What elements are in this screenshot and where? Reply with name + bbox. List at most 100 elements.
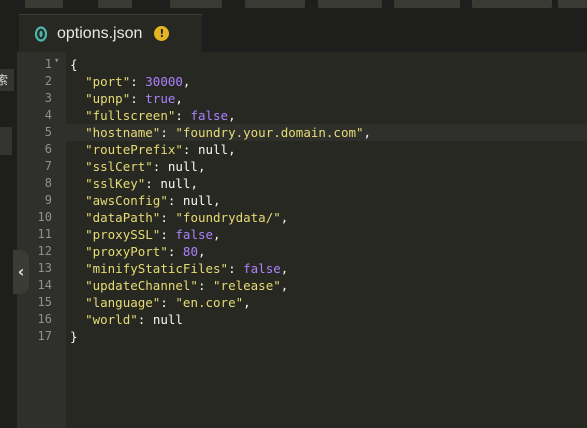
code-token-punc: , xyxy=(190,176,198,191)
code-token-str: "en.core" xyxy=(175,295,244,310)
code-token-punc: : xyxy=(145,176,161,191)
collapse-sidebar-button[interactable]: ‹ xyxy=(13,250,29,294)
code-token-punc: : xyxy=(182,142,198,157)
menu-item[interactable] xyxy=(170,0,222,8)
code-token-punc: : xyxy=(130,74,146,89)
code-token-punc: , xyxy=(175,91,183,106)
code-line[interactable]: "port": 30000, xyxy=(70,73,587,90)
code-line[interactable]: "world": null xyxy=(70,311,587,328)
line-number: 1 xyxy=(44,57,52,71)
menu-item[interactable] xyxy=(318,0,382,8)
code-token-punc: : xyxy=(167,244,183,259)
code-token-punc: : xyxy=(167,193,183,208)
code-token-key: "proxySSL" xyxy=(85,227,161,242)
code-token-key: "minifyStaticFiles" xyxy=(85,261,229,276)
code-line[interactable]: "updateChannel": "release", xyxy=(70,277,587,294)
code-token-key: "port" xyxy=(85,74,131,89)
sidebar-tab-label: 索 xyxy=(0,73,9,87)
line-number: 6 xyxy=(44,142,52,156)
code-token-punc: , xyxy=(280,210,289,225)
code-line[interactable]: "language": "en.core", xyxy=(70,294,587,311)
code-line[interactable]: "minifyStaticFiles": false, xyxy=(70,260,587,277)
code-token-punc xyxy=(70,295,85,310)
code-token-punc: { xyxy=(70,57,78,72)
code-token-str: "foundry.your.domain.com" xyxy=(175,125,364,140)
code-token-punc xyxy=(70,227,85,242)
code-token-key: "hostname" xyxy=(85,125,161,140)
code-line[interactable]: "sslCert": null, xyxy=(70,158,587,175)
code-token-punc xyxy=(70,108,85,123)
fold-arrow-icon[interactable]: ▾ xyxy=(54,56,59,66)
line-number: 15 xyxy=(37,295,52,309)
code-token-punc: , xyxy=(197,159,206,174)
code-token-key: "language" xyxy=(85,295,161,310)
code-token-str: "release" xyxy=(213,278,281,293)
tab-options-json[interactable]: options.json ! xyxy=(19,14,202,52)
line-number: 4 xyxy=(44,108,52,122)
code-token-punc: : xyxy=(137,312,153,327)
line-number: 8 xyxy=(44,176,52,190)
tab-label: options.json xyxy=(57,24,143,42)
code-token-key: "world" xyxy=(85,312,138,327)
code-line[interactable]: "proxySSL": false, xyxy=(70,226,587,243)
code-line[interactable]: } xyxy=(70,328,587,345)
code-token-punc: , xyxy=(213,227,221,242)
sidebar-tab-search[interactable]: 索 xyxy=(0,69,14,91)
code-token-key: "upnp" xyxy=(85,91,131,106)
line-number: 16 xyxy=(37,312,52,326)
code-token-punc: , xyxy=(280,261,289,276)
code-token-key: "sslKey" xyxy=(85,176,146,191)
code-token-punc xyxy=(70,125,85,140)
code-token-punc xyxy=(70,244,85,259)
menu-item[interactable] xyxy=(245,0,305,8)
line-number: 3 xyxy=(44,91,52,105)
code-token-punc: , xyxy=(182,74,191,89)
menu-item[interactable] xyxy=(98,0,132,8)
warning-icon[interactable]: ! xyxy=(154,26,170,41)
code-token-punc: : xyxy=(160,227,176,242)
code-line[interactable]: "routePrefix": null, xyxy=(70,141,587,158)
menu-item[interactable] xyxy=(25,0,63,8)
json-file-icon xyxy=(34,25,48,42)
menu-item[interactable] xyxy=(394,0,460,8)
code-token-key: "updateChannel" xyxy=(85,278,198,293)
tab-bar: options.json ! xyxy=(17,12,587,52)
sidebar-selected-item[interactable] xyxy=(0,127,12,155)
code-token-punc xyxy=(70,193,85,208)
code-token-null: null xyxy=(182,193,214,208)
code-line[interactable]: "sslKey": null, xyxy=(70,175,587,192)
code-line[interactable]: "dataPath": "foundrydata/", xyxy=(70,209,587,226)
line-number: 10 xyxy=(37,210,52,224)
code-token-bool: false xyxy=(190,108,229,123)
code-line[interactable]: "upnp": true, xyxy=(70,90,587,107)
code-line[interactable]: "proxyPort": 80, xyxy=(70,243,587,260)
code-token-punc: , xyxy=(197,244,206,259)
code-token-key: "fullscreen" xyxy=(85,108,176,123)
code-token-str: "foundrydata/" xyxy=(175,210,281,225)
code-token-punc xyxy=(70,261,85,276)
code-token-punc xyxy=(70,74,85,89)
line-number: 2 xyxy=(44,74,52,88)
code-token-key: "dataPath" xyxy=(85,210,161,225)
line-number: 11 xyxy=(37,227,52,241)
code-token-punc xyxy=(70,91,85,106)
code-token-punc: : xyxy=(160,125,176,140)
code-token-punc: : xyxy=(130,91,146,106)
code-token-punc: : xyxy=(228,261,244,276)
code-line[interactable]: "hostname": "foundry.your.domain.com", xyxy=(70,124,587,141)
code-token-null: null xyxy=(152,312,183,327)
code-line[interactable]: "awsConfig": null, xyxy=(70,192,587,209)
code-token-punc: : xyxy=(160,210,176,225)
code-token-key: "routePrefix" xyxy=(85,142,183,157)
menu-item[interactable] xyxy=(558,0,587,8)
code-line[interactable]: "fullscreen": false, xyxy=(70,107,587,124)
code-token-key: "awsConfig" xyxy=(85,193,168,208)
code-line[interactable]: { xyxy=(70,56,587,73)
line-number-gutter: 1 2 3 4 5 6 7 8 9 10 11 12 13 14 15 16 17 xyxy=(17,52,66,428)
menu-item[interactable] xyxy=(472,0,552,8)
code-token-punc: , xyxy=(243,295,251,310)
code-token-punc xyxy=(70,142,85,157)
code-token-num: 30000 xyxy=(145,74,183,89)
code-token-punc: , xyxy=(213,193,221,208)
code-token-punc: , xyxy=(363,125,372,140)
